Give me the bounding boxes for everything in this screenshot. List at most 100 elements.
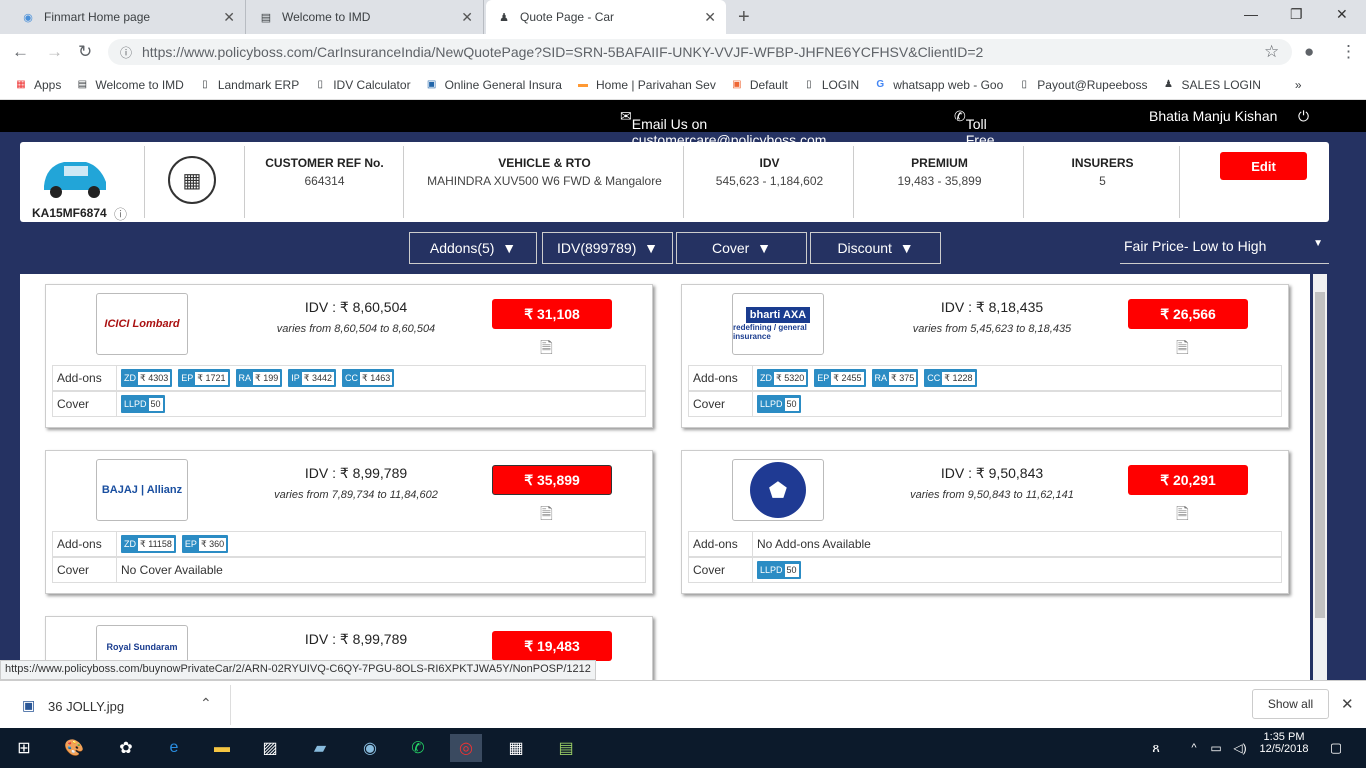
qr-search-icon[interactable]: ▦: [168, 156, 216, 204]
document-search-icon[interactable]: 🗎: [540, 503, 553, 530]
vehicle-rto: VEHICLE & RTO MAHINDRA XUV500 W6 FWD & M…: [406, 146, 684, 218]
close-icon[interactable]: ✕: [1341, 695, 1354, 713]
bookmark-parivahan[interactable]: ▬ Home | Parivahan Sev: [576, 78, 716, 92]
bookmark-online-general[interactable]: ▣ Online General Insura: [425, 78, 562, 92]
close-icon[interactable]: ✕: [704, 9, 716, 26]
icici-lombard-logo: ICICI Lombard: [96, 293, 188, 355]
app-icon[interactable]: ▰: [304, 734, 336, 762]
new-tab-icon[interactable]: +: [738, 6, 750, 29]
paint-icon[interactable]: 🎨: [58, 734, 90, 762]
bookmark-login[interactable]: ▯ LOGIN: [802, 78, 859, 92]
minimize-icon[interactable]: —: [1244, 6, 1258, 22]
bookmark-landmark[interactable]: ▯ Landmark ERP: [198, 78, 299, 92]
show-all-button[interactable]: Show all: [1252, 689, 1329, 719]
buy-button[interactable]: ₹ 26,566: [1128, 299, 1248, 329]
windows-start-icon[interactable]: ⊞: [8, 734, 40, 762]
edge-icon[interactable]: e: [158, 734, 190, 762]
scrollbar-thumb[interactable]: [1315, 292, 1325, 618]
tab-quote-page[interactable]: ♟ Quote Page - Car ✕: [486, 0, 726, 34]
sort-select[interactable]: Fair Price- Low to High ▼: [1120, 232, 1329, 264]
addons-row: Add-ons ZD ₹ 11158 EP ₹ 360: [52, 531, 646, 557]
filter-icon: ▼: [757, 240, 771, 256]
forward-icon[interactable]: →: [46, 42, 63, 62]
addon-price: ₹ 360: [198, 537, 227, 551]
download-filename[interactable]: 36 JOLLY.jpg: [48, 699, 124, 714]
whatsapp-icon[interactable]: ✆: [402, 734, 434, 762]
idv-filter[interactable]: IDV(899789) ▼: [542, 232, 673, 264]
info-icon[interactable]: ⓘ: [120, 44, 132, 61]
calculator-icon[interactable]: ▦: [500, 734, 532, 762]
tab-title: Quote Page - Car: [520, 10, 615, 24]
discount-filter[interactable]: Discount ▼: [810, 232, 941, 264]
customer-ref-value: 664314: [304, 174, 345, 188]
bookmark-default[interactable]: ▣ Default: [730, 78, 788, 92]
people-icon[interactable]: ጸ: [1140, 734, 1172, 762]
profile-icon[interactable]: ●: [1304, 42, 1314, 62]
cover-code: LLPD: [760, 399, 783, 409]
addons-row: Add-ons ZD ₹ 5320 EP ₹ 2455 RA ₹ 375 CC ₹ 12…: [688, 365, 1282, 391]
taskbar: ⊞ 🎨 ✿ e ▬ ▨ ▰ ◉ ✆ ◎ ▦ ▤ ጸ ^ ▭ ◁) 1:35 PM…: [0, 728, 1366, 768]
document-search-icon[interactable]: 🗎: [540, 337, 553, 364]
clock[interactable]: 1:35 PM 12/5/2018: [1256, 731, 1312, 755]
photos-icon[interactable]: ▨: [254, 734, 286, 762]
quote-card: ICICI Lombard IDV : ₹ 8,60,504 varies fr…: [45, 284, 653, 428]
image-file-icon: ▣: [22, 697, 36, 713]
cover-filter[interactable]: Cover ▼: [676, 232, 807, 264]
close-icon[interactable]: ✕: [461, 9, 473, 26]
window-close-icon[interactable]: ✕: [1336, 6, 1348, 23]
addons-label: Add-ons: [689, 366, 753, 390]
document-search-icon[interactable]: 🗎: [1176, 337, 1189, 364]
bookmark-star-icon[interactable]: ☆: [1264, 42, 1279, 62]
tab-title: Finmart Home page: [44, 10, 151, 24]
bookmark-whatsapp[interactable]: Gwhatsapp web - Goo: [873, 78, 1003, 92]
no-cover-text: No Cover Available: [121, 563, 223, 577]
email-link[interactable]: ✉ Email Us on customercare@policyboss.co…: [620, 108, 826, 148]
cover-row: Cover LLPD 50: [52, 391, 646, 417]
logout-icon[interactable]: ⏻: [1298, 108, 1309, 125]
bookmark-imd[interactable]: ▤ Welcome to IMD: [75, 78, 184, 92]
addon-badge: IP ₹ 3442: [288, 369, 337, 387]
idv-text: IDV : ₹ 8,99,789: [304, 631, 408, 647]
bookmark-sales-login[interactable]: ♟ SALES LOGIN: [1162, 78, 1261, 92]
tab-imd[interactable]: ▤ Welcome to IMD ✕: [248, 0, 484, 34]
app-icon[interactable]: ✿: [110, 734, 142, 762]
buy-button[interactable]: ₹ 19,483: [492, 631, 612, 661]
addons-filter[interactable]: Addons(5) ▼: [409, 232, 537, 264]
url-input[interactable]: ⓘ https://www.policyboss.com/CarInsuranc…: [108, 39, 1292, 65]
menu-icon[interactable]: ⋮: [1340, 42, 1357, 62]
addon-code: RA: [238, 373, 252, 383]
no-addons-text: No Add-ons Available: [757, 537, 871, 551]
notifications-icon[interactable]: ▢: [1320, 734, 1352, 762]
page-icon: ▯: [202, 79, 208, 90]
chrome-icon[interactable]: ◎: [450, 734, 482, 762]
addon-price: ₹ 11158: [138, 537, 174, 551]
cover-value: 50: [148, 397, 163, 411]
document-search-icon[interactable]: 🗎: [1176, 503, 1189, 530]
bharti-axa-logo: bharti AXA redefining / general insurance: [732, 293, 824, 355]
chevron-up-icon[interactable]: ⌃: [200, 695, 212, 712]
buy-button[interactable]: ₹ 20,291: [1128, 465, 1248, 495]
addon-price: ₹ 1463: [360, 371, 393, 385]
cover-badge: LLPD 50: [121, 395, 165, 413]
info-icon[interactable]: ⓘ: [114, 204, 127, 223]
reload-icon[interactable]: ↻: [78, 42, 92, 62]
bookmark-apps[interactable]: ▦ Apps: [14, 78, 61, 92]
phone-link[interactable]: ✆ Toll Free 1800-419-419-9: [954, 108, 1002, 196]
file-explorer-icon[interactable]: ▬: [206, 734, 238, 762]
close-icon[interactable]: ✕: [223, 9, 235, 26]
buy-button[interactable]: ₹ 31,108: [492, 299, 612, 329]
maximize-icon[interactable]: ❐: [1290, 6, 1303, 23]
bookmark-idv[interactable]: ▯ IDV Calculator: [313, 78, 410, 92]
back-icon[interactable]: ←: [12, 42, 29, 62]
addon-badge: EP ₹ 2455: [814, 369, 866, 387]
buy-button[interactable]: ₹ 35,899: [492, 465, 612, 495]
tab-finmart[interactable]: ◉ Finmart Home page ✕: [10, 0, 246, 34]
addon-code: EP: [184, 539, 197, 549]
more-bookmarks-icon[interactable]: »: [1295, 78, 1302, 92]
bookmark-payout[interactable]: ▯ Payout@Rupeeboss: [1017, 78, 1148, 92]
volume-icon[interactable]: ◁): [1224, 734, 1256, 762]
filter-label: Discount: [837, 240, 892, 256]
app-icon[interactable]: ▤: [550, 734, 582, 762]
app-icon[interactable]: ◉: [354, 734, 386, 762]
edit-button[interactable]: Edit: [1220, 152, 1307, 180]
